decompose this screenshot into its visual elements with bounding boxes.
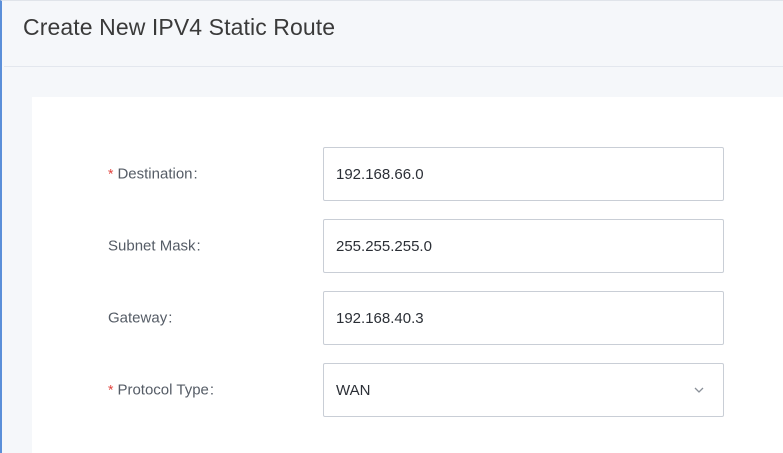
required-mark: * bbox=[108, 165, 114, 182]
destination-row: * Destination: 192.168.66.0 bbox=[32, 147, 783, 201]
destination-input[interactable]: 192.168.66.0 bbox=[323, 147, 724, 201]
protocol-type-row: * Protocol Type: WAN bbox=[32, 363, 783, 417]
destination-label: * Destination: bbox=[108, 165, 198, 183]
subnet-mask-input[interactable]: 255.255.255.0 bbox=[323, 219, 724, 273]
gateway-row: Gateway: 192.168.40.3 bbox=[32, 291, 783, 345]
subnet-mask-label: Subnet Mask: bbox=[108, 237, 201, 255]
protocol-type-select[interactable]: WAN bbox=[323, 363, 724, 417]
route-form: * Destination: 192.168.66.0 Subnet Mask: … bbox=[32, 97, 783, 453]
subnet-mask-value: 255.255.255.0 bbox=[336, 237, 432, 255]
subnet-mask-row: Subnet Mask: 255.255.255.0 bbox=[32, 219, 783, 273]
gateway-label: Gateway: bbox=[108, 309, 173, 327]
gateway-value: 192.168.40.3 bbox=[336, 309, 424, 327]
destination-value: 192.168.66.0 bbox=[336, 165, 424, 183]
dialog-title: Create New IPV4 Static Route bbox=[23, 14, 336, 40]
create-static-route-dialog: Create New IPV4 Static Route * Destinatio… bbox=[0, 0, 783, 453]
title-divider bbox=[4, 66, 783, 67]
protocol-type-value: WAN bbox=[336, 381, 371, 399]
chevron-down-icon[interactable] bbox=[693, 384, 705, 396]
protocol-type-label: * Protocol Type: bbox=[108, 381, 215, 399]
required-mark: * bbox=[108, 381, 114, 398]
gateway-input[interactable]: 192.168.40.3 bbox=[323, 291, 724, 345]
